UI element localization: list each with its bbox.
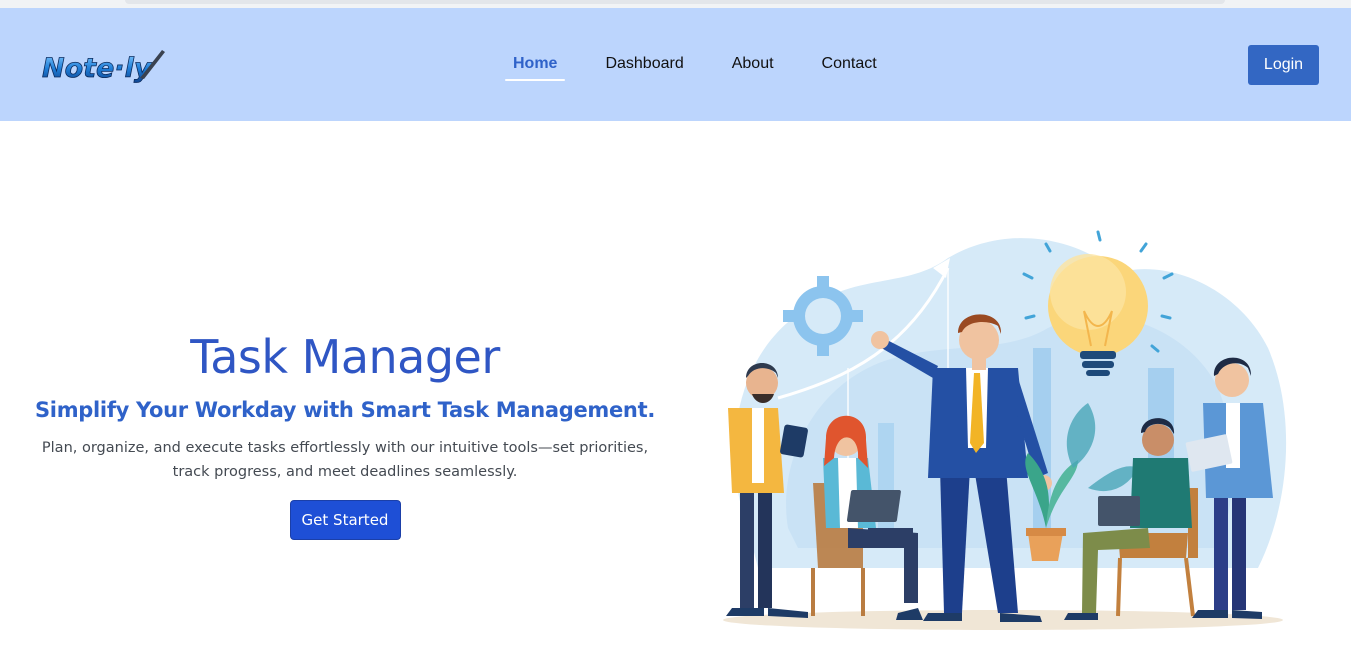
browser-top-strip: [0, 0, 1351, 8]
navbar: Note·ly Home Dashboard About Contact Log…: [0, 8, 1351, 121]
nav-link-contact[interactable]: Contact: [814, 52, 885, 81]
hero-description: Plan, organize, and execute tasks effort…: [41, 440, 649, 480]
svg-text:Note·ly: Note·ly: [42, 53, 153, 84]
scroll-indicator: [125, 0, 1225, 4]
hero-subtitle: Simplify Your Workday with Smart Task Ma…: [34, 398, 656, 422]
login-button[interactable]: Login: [1248, 45, 1319, 85]
nav-link-about[interactable]: About: [724, 52, 782, 81]
get-started-button[interactable]: Get Started: [289, 500, 401, 540]
team-illustration: [723, 230, 1287, 630]
brand-logo[interactable]: Note·ly: [40, 46, 170, 86]
nav-link-home[interactable]: Home: [505, 52, 566, 81]
nav-link-dashboard[interactable]: Dashboard: [597, 52, 691, 81]
hero-section: Task Manager Simplify Your Workday with …: [20, 322, 670, 540]
main-nav: Home Dashboard About Contact: [505, 52, 917, 92]
hero-title: Task Manager: [190, 330, 500, 384]
